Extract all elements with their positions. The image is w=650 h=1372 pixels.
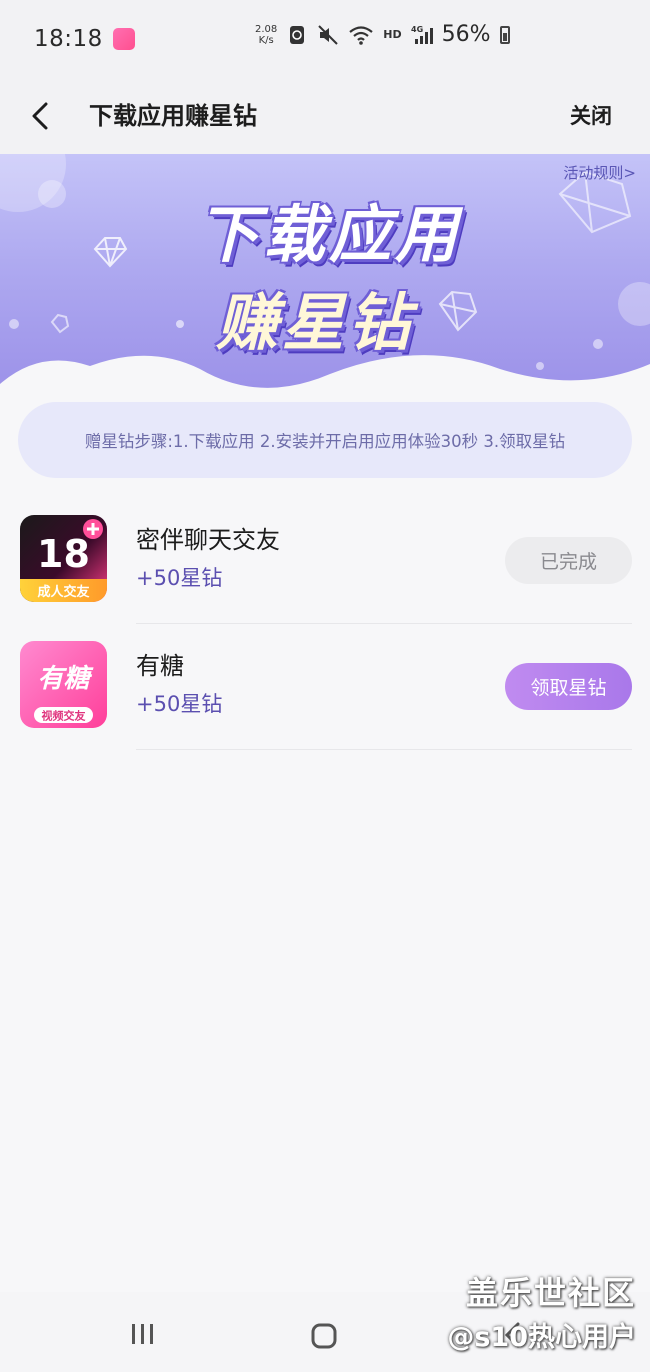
network-speed-value: 2.08 xyxy=(255,23,278,35)
divider xyxy=(136,749,632,750)
app-name: 密伴聊天交友 xyxy=(136,526,280,554)
app-reward: +50星钻 xyxy=(136,566,223,590)
nav-bar: 下载应用赚星钻 关闭 xyxy=(0,78,650,154)
network-speed-unit: K/s xyxy=(258,34,274,46)
activity-rules-link[interactable]: 活动规则> xyxy=(563,162,636,183)
network-speed: 2.08 K/s xyxy=(255,24,277,46)
watermark-user: @s10热心用户 xyxy=(447,1322,636,1353)
signal-icon: 4G xyxy=(411,25,433,44)
app-icon-mibang: 18 成人交友 xyxy=(20,515,107,602)
svg-text:成人交友: 成人交友 xyxy=(37,584,89,600)
chevron-left-icon xyxy=(32,102,48,130)
mute-icon xyxy=(318,24,338,45)
claim-button[interactable]: 领取星钻 xyxy=(505,663,632,710)
steps-info: 赠星钻步骤:1.下载应用 2.安装并开启用应用体验30秒 3.领取星钻 xyxy=(18,402,632,478)
recent-apps-icon[interactable] xyxy=(130,1322,156,1346)
svg-text:有糖: 有糖 xyxy=(37,664,94,694)
close-button[interactable]: 关闭 xyxy=(570,92,612,140)
notification-app-icon xyxy=(112,28,135,50)
app-list-item: 有糖 视频交友 有糖 +50星钻 领取星钻 xyxy=(0,624,650,750)
app-reward: +50星钻 xyxy=(136,692,223,716)
watermark-community: 盖乐世社区 xyxy=(465,1274,636,1312)
app-list-item: 18 成人交友 密伴聊天交友 +50星钻 已完成 xyxy=(0,498,650,624)
promo-banner: 活动规则> 下载应用 赚星钻 xyxy=(0,154,650,404)
app-icon-youtang: 有糖 视频交友 xyxy=(20,641,107,728)
status-time: 18:18 xyxy=(34,26,103,52)
battery-percent: 56% xyxy=(441,22,491,47)
back-button[interactable] xyxy=(26,92,56,140)
app-name: 有糖 xyxy=(136,652,184,680)
hd-label: HD xyxy=(383,28,402,41)
svg-text:视频交友: 视频交友 xyxy=(42,709,86,723)
status-icons: 2.08 K/s HD 4G 56% xyxy=(255,22,510,47)
svg-text:18: 18 xyxy=(37,532,90,576)
svg-text:4G: 4G xyxy=(411,25,423,34)
wifi-icon xyxy=(349,25,373,45)
page-title: 下载应用赚星钻 xyxy=(89,102,257,130)
home-icon[interactable] xyxy=(310,1322,338,1350)
banner-title-line1: 下载应用 xyxy=(196,198,461,271)
completed-button[interactable]: 已完成 xyxy=(505,537,632,584)
battery-icon xyxy=(499,25,510,44)
recycle-icon xyxy=(290,25,305,44)
banner-title-line2: 赚星钻 xyxy=(215,286,414,359)
status-bar: 18:18 2.08 K/s HD 4G 56% xyxy=(0,0,650,78)
